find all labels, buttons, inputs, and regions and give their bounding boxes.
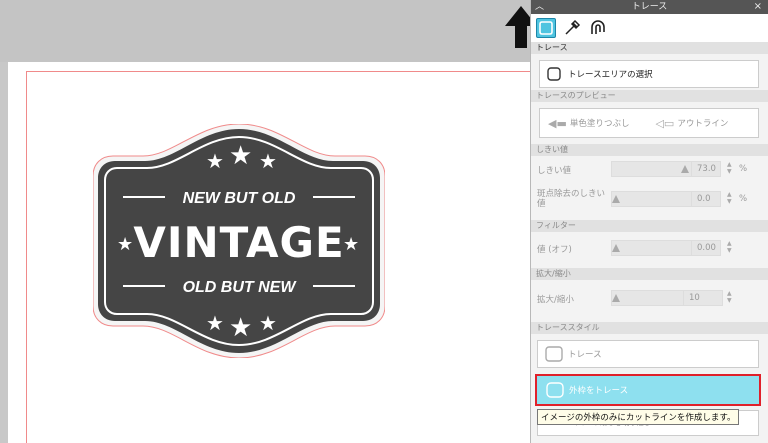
scale-label: 拡大/縮小	[537, 295, 574, 305]
svg-text:★: ★	[206, 149, 224, 173]
section-scale: 拡大/縮小	[531, 268, 768, 280]
svg-text:★: ★	[206, 311, 224, 335]
threshold-value[interactable]: 73.0	[691, 161, 721, 177]
scale-slider-thumb[interactable]	[612, 294, 620, 302]
despeckle-value[interactable]: 0.0	[691, 191, 721, 207]
trace-icon[interactable]	[536, 18, 556, 38]
trace-style-icon	[545, 346, 563, 362]
trace-area-icon	[547, 67, 561, 81]
magnet-icon[interactable]	[588, 18, 608, 38]
svg-text:★: ★	[117, 234, 133, 255]
close-icon[interactable]: ×	[754, 0, 762, 14]
vintage-badge-image[interactable]: ★ ★ ★ ★ ★ ★ ★ ★ NEW BUT OLD VINTAGE OLD …	[93, 124, 385, 358]
section-filter: フィルター	[531, 220, 768, 232]
outer-edge-icon	[546, 382, 564, 398]
filter-spinner[interactable]: ▲ ▼	[727, 240, 732, 254]
panel-titlebar: ︿ トレース ×	[531, 0, 768, 14]
trace-style-label: トレース	[568, 350, 602, 360]
select-trace-area-label: トレースエリアの選択	[568, 70, 653, 80]
eyedropper-icon[interactable]	[562, 18, 582, 38]
preview-mono-label[interactable]: 単色塗りつぶし	[570, 117, 630, 129]
svg-text:★: ★	[343, 234, 359, 255]
scale-value[interactable]: 10	[683, 290, 723, 306]
svg-text:★: ★	[259, 311, 277, 335]
outer-edge-label: 外枠をトレース	[569, 386, 629, 396]
section-preview: トレースのプレビュー	[531, 90, 768, 102]
svg-text:★: ★	[229, 313, 252, 343]
threshold-slider-thumb[interactable]	[681, 165, 689, 173]
threshold-label: しきい値	[537, 166, 572, 176]
filter-slider-thumb[interactable]	[612, 244, 620, 252]
badge-line-3: OLD BUT NEW	[183, 279, 298, 296]
badge-line-1: NEW BUT OLD	[183, 190, 296, 207]
canvas-background	[0, 0, 530, 62]
section-threshold: しきい値	[531, 144, 768, 156]
threshold-unit: %	[739, 164, 748, 174]
fish-fill-icon[interactable]: ◀▬	[548, 117, 567, 130]
trace-panel: ︿ トレース × トレース トレースエリアの選択 トレースのプレビュー ◀▬ 単…	[530, 0, 768, 443]
preview-outline-label[interactable]: アウトライン	[677, 117, 728, 129]
scale-spinner[interactable]: ▲ ▼	[727, 290, 732, 304]
section-trace-style: トレーススタイル	[531, 322, 768, 334]
filter-label: 値 (オフ)	[537, 245, 572, 255]
outer-edge-trace-button[interactable]: 外枠をトレース	[535, 374, 761, 406]
threshold-spinner[interactable]: ▲ ▼	[727, 161, 732, 175]
badge-line-2: VINTAGE	[133, 218, 344, 267]
fish-outline-icon[interactable]: ◁▭	[655, 117, 674, 130]
section-trace: トレース	[531, 42, 768, 54]
chevron-up-icon[interactable]: ︿	[535, 0, 544, 14]
svg-text:★: ★	[259, 149, 277, 173]
select-trace-area-button[interactable]: トレースエリアの選択	[539, 60, 759, 88]
tooltip: イメージの外枠のみにカットラインを作成します。	[537, 409, 740, 425]
filter-value[interactable]: 0.00	[691, 240, 721, 256]
tool-row	[531, 14, 768, 42]
trace-style-button[interactable]: トレース	[537, 340, 759, 368]
panel-title: トレース	[631, 2, 668, 12]
svg-text:★: ★	[229, 141, 252, 171]
preview-buttons: ◀▬ 単色塗りつぶし ◁▭ アウトライン	[539, 108, 759, 138]
despeckle-slider-thumb[interactable]	[612, 195, 620, 203]
despeckle-label: 斑点除去のしきい値	[537, 189, 606, 209]
despeckle-spinner[interactable]: ▲ ▼	[727, 191, 732, 205]
despeckle-unit: %	[739, 194, 748, 204]
